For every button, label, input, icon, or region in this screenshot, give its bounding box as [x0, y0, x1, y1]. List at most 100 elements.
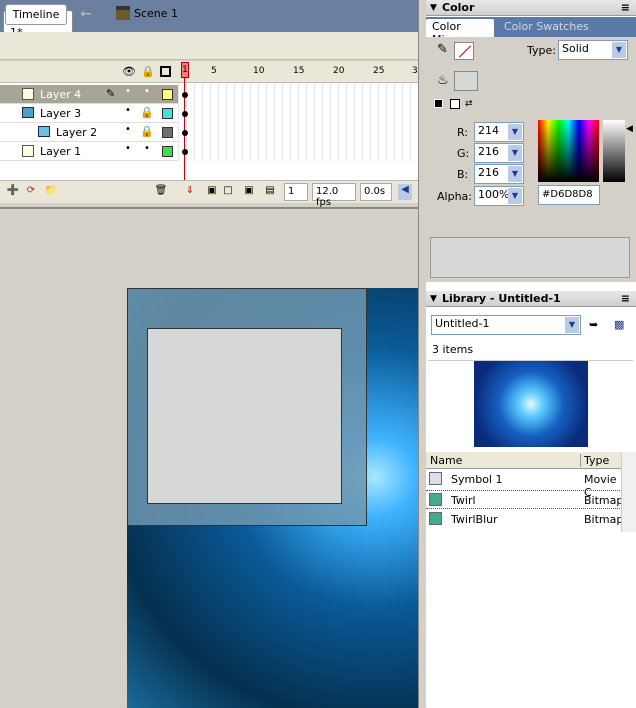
insert-folder-icon[interactable]: 📁	[44, 185, 58, 197]
library-panel-title[interactable]: ▼ Library - Untitled-1 ≡	[426, 291, 636, 307]
edit-multiple-frames-icon[interactable]: ▣	[242, 185, 256, 197]
bitmap-icon	[429, 493, 442, 506]
panel-menu-icon[interactable]: ≡	[621, 291, 630, 306]
pencil-icon: ✎	[106, 87, 116, 100]
library-document-value: Untitled-1	[435, 317, 490, 330]
layer-name: Layer 3	[40, 107, 82, 120]
brightness-slider[interactable]	[603, 120, 625, 182]
keyframe[interactable]	[182, 111, 188, 117]
new-library-panel-icon[interactable]: ▩	[614, 318, 624, 331]
green-value: 216	[478, 145, 499, 158]
movie-clip-icon	[429, 472, 442, 485]
onion-outline-icon[interactable]: □	[221, 185, 235, 197]
chevron-down-icon: ▼	[508, 166, 522, 182]
lock-dot[interactable]: •	[142, 86, 152, 97]
add-motion-guide-icon[interactable]: ⟳	[24, 185, 38, 197]
panel-menu-icon[interactable]: ≡	[621, 0, 630, 15]
collapse-triangle-icon[interactable]: ▼	[430, 1, 437, 16]
hex-input[interactable]: #D6D8D8	[538, 185, 600, 205]
visibility-dot[interactable]: •	[123, 86, 133, 97]
back-arrow-icon[interactable]: ←	[76, 5, 96, 23]
red-label: R:	[457, 126, 469, 139]
center-frame-icon[interactable]: ⇓	[183, 185, 197, 197]
visibility-dot[interactable]: •	[123, 105, 133, 116]
pin-library-icon[interactable]: ➥	[589, 318, 598, 331]
eye-icon[interactable]: 👁	[122, 66, 136, 78]
layer-row[interactable]: Layer 1 • •	[0, 142, 178, 161]
layer-color-swatch[interactable]	[162, 127, 173, 138]
library-item[interactable]: Twirl Bitmap	[426, 490, 624, 509]
outline-icon[interactable]	[160, 66, 171, 77]
current-frame-field: 1	[284, 183, 308, 201]
keyframe[interactable]	[182, 149, 188, 155]
library-item-name: Symbol 1	[451, 473, 503, 486]
onion-skin-icon[interactable]: ▣	[205, 185, 219, 197]
fill-color-swatch[interactable]	[454, 71, 478, 91]
frame-number: 10	[253, 66, 265, 76]
delete-layer-icon[interactable]: 🗑	[154, 185, 168, 197]
layer-color-swatch[interactable]	[162, 108, 173, 119]
blue-input[interactable]: 216 ▼	[474, 164, 524, 184]
frame-fill[interactable]	[147, 328, 342, 504]
scene-label[interactable]: Scene 1	[134, 7, 178, 20]
crosshair-icon: +	[564, 172, 574, 185]
swap-colors-icon[interactable]: ⇄	[465, 99, 477, 109]
scroll-left-icon[interactable]: ◀	[398, 184, 412, 200]
frame-number: 15	[293, 66, 305, 76]
scene-clapper-icon	[116, 6, 130, 20]
lock-icon[interactable]: 🔒	[141, 66, 155, 78]
tab-color-mixer[interactable]: Color Mixer	[426, 19, 494, 46]
frame-number: 20	[333, 66, 345, 76]
library-scrollbar[interactable]	[621, 452, 636, 532]
fill-bucket-icon[interactable]: ♨	[437, 73, 449, 88]
stroke-pencil-icon[interactable]: ✎	[437, 42, 448, 57]
insert-layer-icon[interactable]: ➕	[6, 185, 20, 197]
frame-rate-field[interactable]: 12.0 fps	[312, 183, 356, 208]
blue-value: 216	[478, 166, 499, 179]
edit-bar	[0, 32, 420, 60]
lock-icon[interactable]: 🔒	[140, 125, 154, 138]
visibility-dot[interactable]: •	[123, 124, 133, 135]
modify-onion-markers-icon[interactable]: ▤	[263, 185, 277, 197]
lock-dot[interactable]: •	[142, 143, 152, 154]
keyframe[interactable]	[182, 130, 188, 136]
lock-icon[interactable]: 🔒	[140, 106, 154, 119]
library-item[interactable]: Symbol 1 Movie C	[426, 470, 622, 499]
brightness-arrow-icon[interactable]: ◀	[626, 124, 633, 134]
layer-row[interactable]: Layer 2 • 🔒	[0, 123, 178, 142]
panel-splitter[interactable]	[418, 0, 426, 708]
stroke-color-swatch[interactable]	[454, 42, 474, 60]
frame-number: 3	[412, 66, 418, 76]
visibility-dot[interactable]: •	[123, 143, 133, 154]
layer-color-swatch[interactable]	[162, 89, 173, 100]
alpha-label: Alpha:	[437, 190, 472, 203]
no-color-icon[interactable]	[450, 99, 460, 109]
green-label: G:	[457, 147, 470, 160]
green-input[interactable]: 216 ▼	[474, 143, 524, 163]
library-document-select[interactable]: Untitled-1 ▼	[431, 315, 581, 335]
layer-row[interactable]: Layer 3 • 🔒	[0, 104, 178, 123]
layer-color-swatch[interactable]	[162, 146, 173, 157]
alpha-input[interactable]: 100% ▼	[474, 186, 524, 206]
chevron-down-icon: ▼	[508, 188, 522, 204]
frame-grid[interactable]	[178, 83, 420, 161]
name-column-header[interactable]: Name	[430, 454, 462, 467]
red-input[interactable]: 214 ▼	[474, 122, 524, 142]
masked-layer-icon	[38, 126, 50, 137]
color-preview	[430, 237, 630, 278]
collapse-triangle-icon[interactable]: ▼	[430, 292, 437, 307]
fill-type-select[interactable]: Solid ▼	[558, 40, 628, 60]
tab-color-swatches[interactable]: Color Swatches	[504, 20, 589, 33]
library-item-type: Bitmap	[584, 494, 624, 507]
color-panel-title[interactable]: ▼ Color ≡	[426, 0, 636, 16]
chevron-down-icon: ▼	[612, 42, 626, 58]
type-column-header[interactable]: Type	[580, 454, 609, 467]
layer-row[interactable]: Layer 4 ✎ • •	[0, 85, 178, 104]
playhead[interactable]: 1	[181, 62, 189, 78]
black-white-icon[interactable]	[434, 99, 443, 108]
timeline-button[interactable]: Timeline	[5, 4, 67, 25]
keyframe[interactable]	[182, 92, 188, 98]
library-item-type: Bitmap	[584, 513, 624, 526]
mask-layer-icon	[22, 107, 34, 118]
library-item[interactable]: TwirlBlur Bitmap	[426, 510, 624, 529]
